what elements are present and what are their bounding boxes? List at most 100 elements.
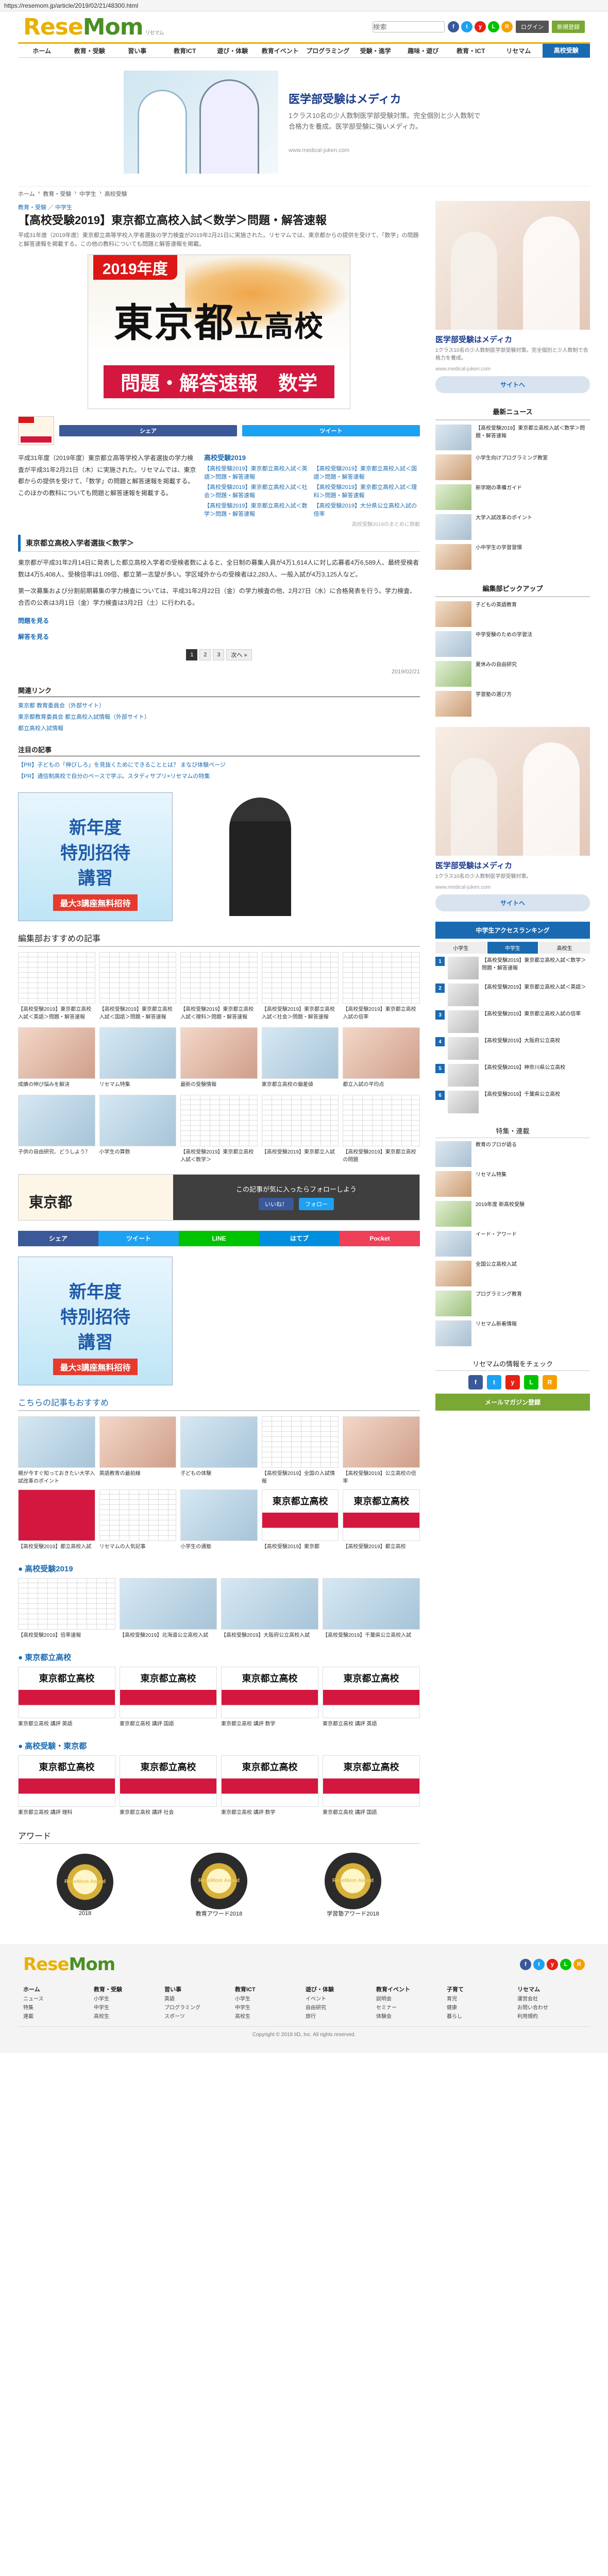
social-icon-3[interactable]: L	[488, 21, 499, 32]
footer-col-heading[interactable]: 教育・受験	[94, 1985, 161, 1995]
twitter-follow-button[interactable]: フォロー	[299, 1198, 334, 1211]
social-icon-2[interactable]: y	[475, 21, 486, 32]
related-link[interactable]: 【高校受験2019】東京都立高校入試＜社会＞問題・解答速報	[204, 483, 310, 499]
article-card[interactable]: 【高校受験2019】倍率速報	[18, 1578, 115, 1639]
footer-link[interactable]: 高校生	[94, 2012, 161, 2021]
article-card[interactable]: 【高校受験2019】大阪府公立高校入試	[221, 1578, 318, 1639]
article-card[interactable]: 東京都立高校 講評 理科	[18, 1755, 115, 1817]
login-button[interactable]: ログイン	[516, 21, 549, 33]
related-hint[interactable]: 高校受験2019のまとめに移動	[204, 520, 420, 528]
footer-link[interactable]: お問い合わせ	[517, 2004, 585, 2012]
sidebar-ad2-button[interactable]: サイトへ	[435, 894, 590, 911]
top-ad[interactable]: 医学部受験はメディカ 1クラス10名の少人数制医学部受験対策。完全個別と少人数制…	[18, 58, 590, 187]
article-card[interactable]: 東京都立高校 講評 英語	[18, 1666, 115, 1728]
article-card[interactable]: 【高校受験2019】都立高校	[343, 1489, 420, 1551]
sidebar-item[interactable]: プログラミング教育	[435, 1291, 590, 1316]
article-card[interactable]: 【高校受験2019】北海道公立高校入試	[120, 1578, 217, 1639]
share-button-2[interactable]: LINE	[179, 1230, 259, 1246]
social-icon-1[interactable]: t	[461, 21, 472, 32]
twitter-share-button[interactable]: ツイート	[242, 425, 420, 436]
footer-link[interactable]: 特集	[23, 2004, 91, 2012]
sidebar-ad-image-2[interactable]	[435, 727, 590, 856]
award[interactable]: ReseMom Award 学習塾アワード2018	[325, 1852, 381, 1918]
footer-link[interactable]: 小学生	[94, 1995, 161, 2004]
share-button-4[interactable]: Pocket	[340, 1230, 420, 1246]
footer-col-heading[interactable]: リセマム	[517, 1985, 585, 1995]
new-term-ad-2[interactable]: 新年度 特別招待 講習 最大3講座無料招待	[18, 1256, 173, 1385]
related-link[interactable]: 【高校受験2019】大分県公立高校入試の倍率	[314, 501, 420, 518]
sidebar-item[interactable]: リセマム新着情報	[435, 1320, 590, 1346]
article-card[interactable]: 都立入試の平均点	[343, 1027, 420, 1089]
footer-link[interactable]: 高校生	[235, 2012, 302, 2021]
footer-link[interactable]: 健康	[447, 2004, 514, 2012]
share-button-0[interactable]: シェア	[18, 1230, 98, 1246]
article-card[interactable]: リセマム特集	[99, 1027, 177, 1089]
footer-col-heading[interactable]: 教育イベント	[376, 1985, 444, 1995]
sidebar-social-icon-3[interactable]: L	[524, 1375, 538, 1389]
footer-link[interactable]: 英語	[164, 1995, 232, 2004]
pr-link[interactable]: 【PR】子どもの「伸びしろ」を見抜くためにできることとは？ まなび体験ページ	[18, 759, 420, 771]
nav-item[interactable]: 教育ICT	[161, 46, 209, 55]
social-icon-4[interactable]: R	[501, 21, 513, 32]
article-card[interactable]: 小学生の算数	[99, 1094, 177, 1164]
nav-item[interactable]: 趣味・遊び	[399, 46, 447, 55]
nav-item[interactable]: 教育イベント	[257, 46, 305, 55]
footer-link[interactable]: スポーツ	[164, 2012, 232, 2021]
ranking-item[interactable]: 5 【高校受験2019】神奈川県公立高校	[435, 1064, 590, 1087]
related-link[interactable]: 【高校受験2019】東京都立高校入試＜英語＞問題・解答速報	[204, 464, 310, 481]
article-card[interactable]: 【高校受験2019】公立高校の倍率	[343, 1416, 420, 1485]
footer-link[interactable]: 育児	[447, 1995, 514, 2004]
footer-link[interactable]: 中学生	[235, 2004, 302, 2012]
sidebar-social-icon-2[interactable]: y	[505, 1375, 520, 1389]
footer-link[interactable]: 自由研究	[306, 2004, 373, 2012]
footer-social-icon-1[interactable]: t	[533, 1958, 545, 1970]
award[interactable]: ReseMom Award 2018	[57, 1853, 113, 1917]
nav-item[interactable]: 遊び・体験	[209, 46, 257, 55]
footer-col-heading[interactable]: 教育ICT	[235, 1985, 302, 1995]
new-term-ad[interactable]: 新年度 特別招待 講習 最大3講座無料招待	[18, 792, 173, 921]
pr-link[interactable]: 【PR】通信制高校で自分のペースで学ぶ。スタディサプリ×リセマムの特集	[18, 771, 420, 782]
sidebar-ad-title[interactable]: 医学部受験はメディカ	[435, 334, 590, 345]
footer-link[interactable]: 中学生	[94, 2004, 161, 2012]
footer-social-icon-3[interactable]: L	[560, 1958, 571, 1970]
article-card[interactable]: 東京都立高校の偏差値	[261, 1027, 339, 1089]
breadcrumb-item[interactable]: 高校受験	[105, 190, 127, 198]
sidebar-item[interactable]: 全国公立高校入試	[435, 1261, 590, 1286]
ranking-tab[interactable]: 中学生	[487, 942, 538, 954]
sidebar-item[interactable]: 教育のプロが語る	[435, 1141, 590, 1167]
ranking-item[interactable]: 6 【高校受験2019】千葉県公立高校	[435, 1091, 590, 1113]
related-link[interactable]: 【高校受験2019】東京都立高校入試＜数学＞問題・解答速報	[204, 501, 310, 518]
nav-item[interactable]: 教育・ICT	[447, 46, 495, 55]
register-button[interactable]: 新規登録	[552, 21, 585, 33]
sidebar-social-icon-1[interactable]: t	[487, 1375, 501, 1389]
article-card[interactable]: 【高校受験2019】東京都立高校入試＜数学＞	[180, 1094, 258, 1164]
article-card[interactable]: 最新の受験情報	[180, 1027, 258, 1089]
fashion-ad[interactable]	[183, 792, 337, 921]
link-answers[interactable]: 解答を見る	[18, 632, 420, 641]
article-card[interactable]: 東京都立高校 講評 国語	[120, 1666, 217, 1728]
ranking-item[interactable]: 3 【高校受験2019】東京都立高校入試の倍率	[435, 1010, 590, 1033]
article-card[interactable]: 成績の伸び悩みを解決	[18, 1027, 95, 1089]
sidebar-social-icon-0[interactable]: f	[468, 1375, 483, 1389]
page-link[interactable]: 3	[213, 649, 225, 660]
footer-social-icon-2[interactable]: y	[547, 1958, 558, 1970]
category-heading-1[interactable]: 高校受験2019	[18, 1563, 420, 1574]
category-heading-2[interactable]: 東京都立高校	[18, 1652, 420, 1663]
sidebar-ad-image[interactable]	[435, 201, 590, 330]
external-link[interactable]: 東京都教育委員会 都立高校入試情報（外部サイト）	[18, 711, 420, 723]
footer-link[interactable]: 説明会	[376, 1995, 444, 2004]
article-thumbnail[interactable]	[18, 416, 54, 445]
newsletter-button[interactable]: メールマガジン登録	[435, 1394, 590, 1411]
article-card[interactable]: リセマムの人気記事	[99, 1489, 177, 1551]
footer-link[interactable]: 運営会社	[517, 1995, 585, 2004]
category-heading-3[interactable]: 高校受験・東京都	[18, 1740, 420, 1751]
footer-col-heading[interactable]: 習い事	[164, 1985, 232, 1995]
footer-link[interactable]: 体験会	[376, 2012, 444, 2021]
sidebar-item[interactable]: 学習塾の選び方	[435, 691, 590, 717]
nav-item[interactable]: 習い事	[113, 46, 161, 55]
page-link[interactable]: 次へ »	[226, 649, 252, 660]
social-icon-0[interactable]: f	[448, 21, 459, 32]
article-card[interactable]: 【高校受験2019】東京都立高校入試＜社会＞問題・解答速報	[261, 952, 339, 1021]
footer-link[interactable]: 連載	[23, 2012, 91, 2021]
footer-col-heading[interactable]: 子育て	[447, 1985, 514, 1995]
